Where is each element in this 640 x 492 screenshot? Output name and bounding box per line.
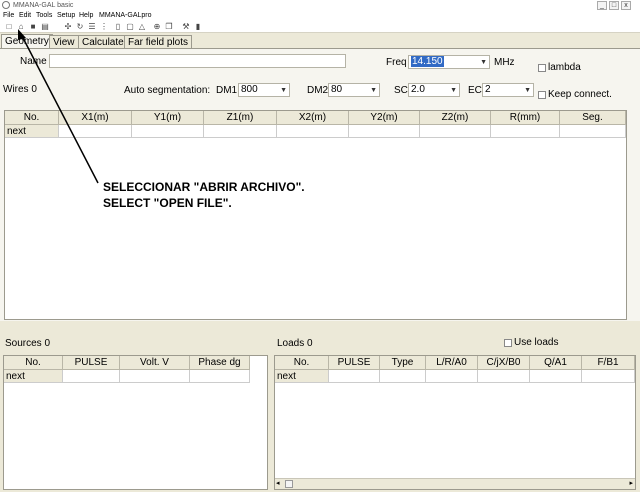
horizontal-scrollbar[interactable]: ◂ ▸ bbox=[275, 478, 635, 489]
table-cell[interactable] bbox=[63, 370, 120, 383]
table-cell[interactable] bbox=[530, 370, 582, 383]
sources-table[interactable]: No. PULSE Volt. V Phase dg next bbox=[3, 355, 268, 490]
table-row[interactable]: next bbox=[4, 370, 63, 383]
annotation-english: SELECT "OPEN FILE". bbox=[103, 196, 232, 210]
annotation-spanish: SELECCIONAR "ABRIR ARCHIVO". bbox=[103, 180, 305, 194]
loads-count: Loads 0 bbox=[277, 338, 313, 349]
scroll-right-icon[interactable]: ▸ bbox=[629, 480, 633, 488]
sources-count: Sources 0 bbox=[5, 338, 51, 349]
loads-table[interactable]: No. PULSE Type L/R/A0 C/jX/B0 Q/A1 F/B1 … bbox=[274, 355, 636, 490]
table-cell[interactable] bbox=[426, 370, 478, 383]
use-loads-checkbox[interactable] bbox=[504, 339, 512, 347]
table-cell[interactable] bbox=[380, 370, 426, 383]
column-header[interactable]: C/jX/B0 bbox=[478, 356, 530, 370]
sources-panel: Sources 0 No. PULSE Volt. V Phase dg nex… bbox=[0, 330, 270, 492]
table-cell[interactable] bbox=[582, 370, 635, 383]
column-header[interactable]: F/B1 bbox=[582, 356, 635, 370]
table-cell[interactable] bbox=[329, 370, 380, 383]
table-cell[interactable] bbox=[190, 370, 250, 383]
column-header[interactable]: Type bbox=[380, 356, 426, 370]
scroll-left-icon[interactable]: ◂ bbox=[276, 480, 280, 488]
column-header[interactable]: PULSE bbox=[63, 356, 120, 370]
column-header[interactable]: No. bbox=[275, 356, 329, 370]
use-loads-label: Use loads bbox=[514, 337, 559, 348]
column-header[interactable]: PULSE bbox=[329, 356, 380, 370]
table-cell[interactable] bbox=[120, 370, 190, 383]
loads-panel: Loads 0 Use loads No. PULSE Type L/R/A0 … bbox=[272, 330, 640, 492]
column-header[interactable]: Q/A1 bbox=[530, 356, 582, 370]
column-header[interactable]: Volt. V bbox=[120, 356, 190, 370]
scroll-thumb[interactable] bbox=[285, 480, 293, 488]
table-cell[interactable] bbox=[478, 370, 530, 383]
table-row[interactable]: next bbox=[275, 370, 329, 383]
column-header[interactable]: Phase dg bbox=[190, 356, 250, 370]
column-header[interactable]: L/R/A0 bbox=[426, 356, 478, 370]
column-header[interactable]: No. bbox=[4, 356, 63, 370]
